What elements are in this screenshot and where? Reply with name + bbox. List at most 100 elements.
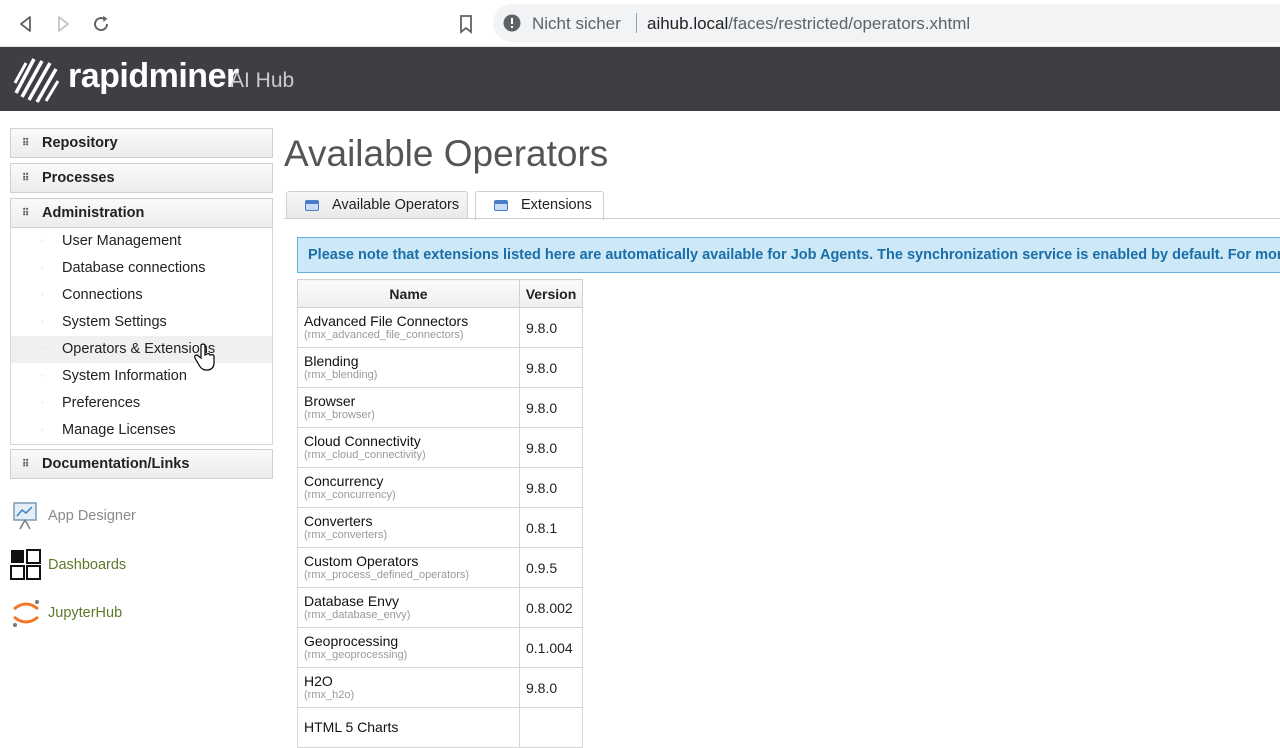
tab-label: Available Operators — [332, 197, 460, 213]
dashboards-link[interactable]: Dashboards — [10, 549, 260, 583]
security-label: Nicht sicher — [532, 14, 621, 33]
administration-submenu: ◦ User Management ◦ Database connections… — [10, 228, 273, 445]
sidebar-item-label: Database connections — [62, 260, 206, 276]
address-separator — [636, 13, 637, 33]
forward-icon[interactable] — [51, 12, 75, 36]
extension-name-cell: Geoprocessing (rmx_geoprocessing) — [297, 627, 520, 668]
sidebar-item-system-information[interactable]: ◦ System Information — [11, 363, 272, 390]
extension-name-cell: Concurrency (rmx_concurrency) — [297, 467, 520, 508]
extension-name-cell: Database Envy (rmx_database_envy) — [297, 587, 520, 628]
notice-text: Please note that extensions listed here … — [308, 247, 1280, 263]
extension-version: 9.8.0 — [519, 427, 583, 468]
column-header-version[interactable]: Version — [519, 279, 583, 308]
sidebar-item-system-settings[interactable]: ◦ System Settings — [11, 309, 272, 336]
app-header: rapidminer AI Hub — [0, 47, 1280, 111]
jupyter-icon — [13, 600, 39, 627]
jupyterhub-label: JupyterHub — [48, 605, 123, 621]
bullet-icon: ◦ — [41, 344, 44, 353]
nav-group-label: Processes — [42, 170, 115, 186]
extension-name-cell: Cloud Connectivity (rmx_cloud_connectivit… — [297, 427, 520, 468]
table-row[interactable]: Cloud Connectivity (rmx_cloud_connectivit… — [297, 427, 583, 468]
table-row[interactable]: H2O (rmx_h2o) 9.8.0 — [297, 667, 583, 708]
sidebar-item-connections[interactable]: ◦ Connections — [11, 282, 272, 309]
drag-handle-icon: ⠿ — [22, 208, 29, 219]
rapidminer-logo-icon — [13, 58, 60, 103]
sidebar-item-label: Preferences — [62, 395, 141, 411]
bullet-icon: ◦ — [41, 425, 44, 434]
extension-version: 9.8.0 — [519, 347, 583, 388]
dashboards-icon — [10, 549, 41, 580]
tab-extensions[interactable]: Extensions — [475, 191, 604, 220]
app-designer-icon — [13, 502, 37, 530]
bullet-icon: ◦ — [41, 290, 44, 299]
extension-name: Converters — [304, 512, 373, 529]
drag-handle-icon: ⠿ — [22, 173, 29, 184]
page-title: Available Operators — [284, 133, 609, 174]
extension-name-cell: H2O (rmx_h2o) — [297, 667, 520, 708]
table-row[interactable]: HTML 5 Charts — [297, 707, 583, 748]
extension-name-cell: Advanced File Connectors (rmx_advanced_fi… — [297, 307, 520, 348]
sidebar-item-database-connections[interactable]: ◦ Database connections — [11, 255, 272, 282]
table-row[interactable]: Advanced File Connectors (rmx_advanced_fi… — [297, 307, 583, 348]
sidebar-item-manage-licenses[interactable]: ◦ Manage Licenses — [11, 417, 272, 444]
extension-version: 9.8.0 — [519, 667, 583, 708]
table-row[interactable]: Database Envy (rmx_database_envy) 0.8.002 — [297, 587, 583, 628]
extension-version: 9.8.0 — [519, 467, 583, 508]
sidebar-item-label: User Management — [62, 233, 182, 249]
bullet-icon: ◦ — [41, 263, 44, 272]
table-row[interactable]: Blending (rmx_blending) 9.8.0 — [297, 347, 583, 388]
info-icon[interactable] — [503, 14, 521, 32]
extension-id: (rmx_converters) — [304, 528, 388, 541]
table-row[interactable]: Geoprocessing (rmx_geoprocessing) 0.1.004 — [297, 627, 583, 668]
sidebar-item-label: System Information — [62, 368, 187, 384]
back-icon[interactable] — [14, 12, 38, 36]
extension-version: 9.8.0 — [519, 387, 583, 428]
extension-name-cell: HTML 5 Charts — [297, 707, 520, 748]
table-row[interactable]: Converters (rmx_converters) 0.8.1 — [297, 507, 583, 548]
nav-group-label: Administration — [42, 205, 145, 221]
extension-name: Blending — [304, 352, 359, 369]
table-row[interactable]: Browser (rmx_browser) 9.8.0 — [297, 387, 583, 428]
reload-icon[interactable] — [89, 12, 113, 36]
extension-id: (rmx_h2o) — [304, 688, 355, 701]
bullet-icon: ◦ — [41, 398, 44, 407]
nav-group-processes[interactable]: ⠿ Processes — [10, 163, 273, 193]
nav-group-repository[interactable]: ⠿ Repository — [10, 128, 273, 158]
extension-version: 0.1.004 — [519, 627, 583, 668]
bookmark-icon[interactable] — [454, 12, 478, 36]
extension-name: Database Envy — [304, 592, 399, 609]
extension-name-cell: Custom Operators (rmx_process_defined_ope… — [297, 547, 520, 588]
sidebar-item-preferences[interactable]: ◦ Preferences — [11, 390, 272, 417]
nav-group-label: Documentation/Links — [42, 456, 190, 472]
sidebar-item-user-management[interactable]: ◦ User Management — [11, 228, 272, 255]
brand-name: rapidminer — [68, 57, 239, 95]
extension-name-cell: Blending (rmx_blending) — [297, 347, 520, 388]
extension-name: HTML 5 Charts — [304, 719, 399, 735]
column-header-name[interactable]: Name — [297, 279, 520, 308]
app-designer-link[interactable]: App Designer — [10, 500, 260, 534]
product-name: AI Hub — [230, 69, 295, 92]
extension-version: 0.9.5 — [519, 547, 583, 588]
extension-name: Concurrency — [304, 472, 384, 489]
table-row[interactable]: Custom Operators (rmx_process_defined_ope… — [297, 547, 583, 588]
extension-version: 0.8.002 — [519, 587, 583, 628]
nav-group-documentation[interactable]: ⠿ Documentation/Links — [10, 449, 273, 479]
address-bar[interactable]: Nicht sicher aihub.local/faces/restricte… — [493, 4, 1280, 42]
info-notice: Please note that extensions listed here … — [297, 237, 1280, 273]
bullet-icon: ◦ — [41, 371, 44, 380]
jupyterhub-link[interactable]: JupyterHub — [10, 597, 260, 631]
sidebar-item-label: System Settings — [62, 314, 167, 330]
nav-group-administration[interactable]: ⠿ Administration — [10, 198, 273, 228]
extension-id: (rmx_geoprocessing) — [304, 648, 408, 661]
extension-name: Geoprocessing — [304, 632, 399, 649]
sidebar-item-operators-extensions[interactable]: ◦ Operators & Extensions — [11, 336, 272, 363]
extension-version: 0.8.1 — [519, 507, 583, 548]
table-row[interactable]: Concurrency (rmx_concurrency) 9.8.0 — [297, 467, 583, 508]
extension-id: (rmx_blending) — [304, 368, 378, 381]
extension-name: Advanced File Connectors — [304, 312, 469, 329]
extension-id: (rmx_browser) — [304, 408, 375, 421]
hand-cursor-icon — [194, 343, 215, 371]
url-host: aihub.local — [647, 14, 729, 33]
app-designer-label: App Designer — [48, 508, 136, 524]
tab-available-operators[interactable]: Available Operators — [286, 191, 468, 219]
